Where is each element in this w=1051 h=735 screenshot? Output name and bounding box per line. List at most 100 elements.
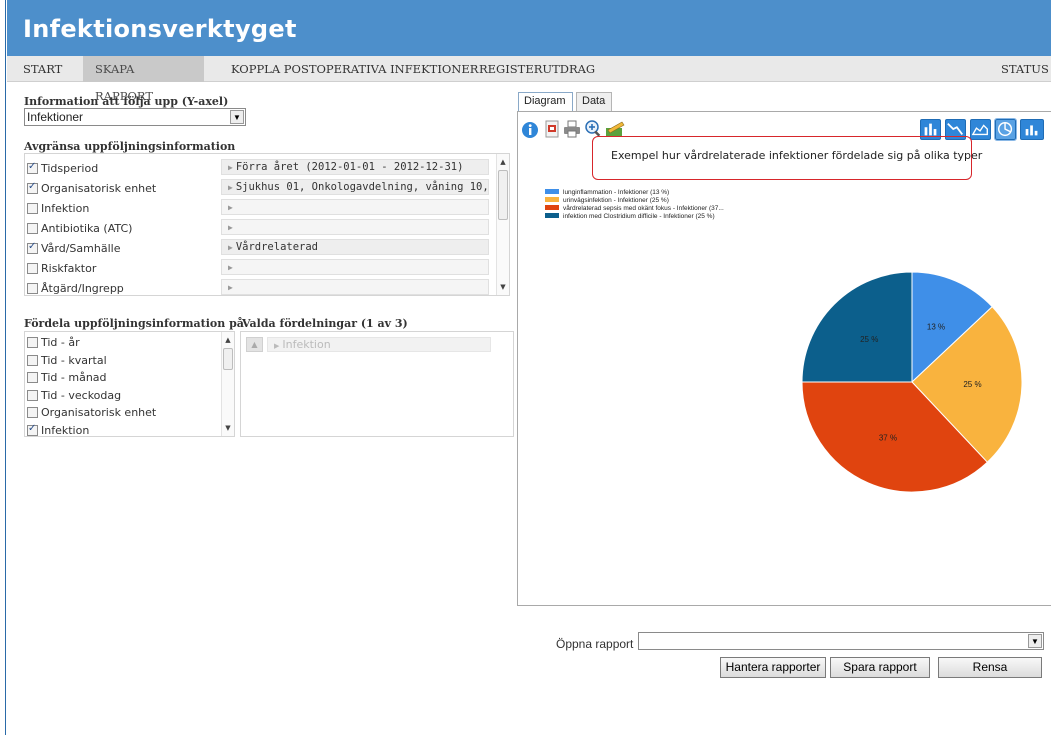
main-nav: START SKAPA RAPPORT KOPPLA POSTOPERATIVA… — [7, 56, 1051, 103]
limit-option-label: Åtgärd/Ingrepp — [41, 281, 124, 295]
yaxis-select-value: Infektioner — [27, 110, 84, 124]
tab-diagram[interactable]: Diagram — [518, 92, 573, 112]
checkbox[interactable] — [27, 181, 38, 194]
legend-swatch — [545, 213, 559, 218]
distribute-option[interactable]: Tid - kvartal — [27, 352, 107, 369]
scroll-thumb[interactable] — [223, 348, 233, 370]
print-icon[interactable] — [563, 120, 581, 138]
legend-item: urinvägsinfektion - Infektioner (25 %) — [545, 197, 669, 205]
checkbox[interactable] — [27, 282, 38, 294]
scroll-down-icon[interactable]: ▼ — [497, 281, 509, 293]
scroll-up-icon[interactable]: ▲ — [497, 156, 509, 168]
limit-option[interactable]: Antibiotika (ATC) — [27, 218, 132, 238]
limit-panel: Tidsperiod ▶Förra året (2012-01-01 - 2012… — [24, 153, 510, 296]
limit-value-field[interactable]: ▶ Förra året (2012-01-01 - 2012-12-31) — [221, 159, 489, 175]
selected-distribution-item[interactable]: ▶ Infektion — [267, 337, 491, 352]
triangle-right-icon: ▶ — [228, 243, 233, 252]
pie-chart: 13 % 25 % 37 % 25 % — [801, 271, 1023, 493]
limit-value-field[interactable]: ▶ — [221, 279, 489, 295]
legend-item: infektion med Clostridium difficile - In… — [545, 213, 715, 221]
scroll-down-icon[interactable]: ▼ — [222, 422, 234, 434]
checkbox[interactable] — [27, 161, 38, 174]
distribute-scrollbar[interactable]: ▲ ▼ — [221, 332, 234, 436]
app-header: Infektionsverktyget — [7, 0, 1051, 56]
app-title: Infektionsverktyget — [23, 15, 297, 43]
distribute-option-label: Tid - månad — [41, 371, 107, 384]
legend-swatch — [545, 189, 559, 194]
checkbox[interactable] — [27, 222, 38, 234]
tab-data[interactable]: Data — [576, 92, 612, 111]
limit-option[interactable]: Åtgärd/Ingrepp — [27, 278, 124, 298]
chevron-down-icon[interactable]: ▼ — [1028, 634, 1042, 648]
distribute-option[interactable]: Tid - år — [27, 334, 80, 351]
selected-distributions-panel: ▲ ▶ Infektion — [240, 331, 514, 437]
chevron-down-icon[interactable]: ▼ — [230, 110, 244, 124]
distribute-label: Fördela uppföljningsinformation på — [24, 317, 244, 330]
nav-koppla-postoperativa[interactable]: KOPPLA POSTOPERATIVA INFEKTIONER — [219, 56, 490, 82]
nav-skapa-rapport[interactable]: SKAPA RAPPORT — [83, 56, 204, 103]
checkbox[interactable] — [27, 354, 38, 366]
legend-swatch — [545, 197, 559, 202]
column-chart-icon[interactable] — [1020, 119, 1044, 140]
checkbox[interactable] — [27, 423, 38, 436]
distribute-option-label: Infektion — [41, 423, 90, 437]
checkbox[interactable] — [27, 407, 38, 418]
scroll-up-icon[interactable]: ▲ — [222, 334, 234, 346]
triangle-right-icon: ▶ — [228, 263, 233, 272]
checkbox[interactable] — [27, 372, 38, 383]
legend-item: lunginflammation - Infektioner (13 %) — [545, 189, 669, 197]
checkbox[interactable] — [27, 202, 38, 214]
checkbox[interactable] — [27, 241, 38, 254]
limit-option[interactable]: Vård/Samhälle — [27, 238, 120, 258]
info-icon[interactable] — [521, 121, 539, 139]
triangle-right-icon: ▶ — [274, 342, 280, 350]
distribute-option[interactable]: Tid - veckodag — [27, 387, 121, 404]
checkbox[interactable] — [27, 389, 38, 401]
move-up-icon[interactable]: ▲ — [246, 337, 263, 352]
distribute-option[interactable]: Organisatorisk enhet — [27, 404, 156, 421]
legend-item: vårdrelaterad sepsis med okänt fokus - I… — [545, 205, 724, 213]
limit-value-field[interactable]: ▶ Sjukhus 01, Onkologavdelning, våning 10… — [221, 179, 489, 195]
distribute-option[interactable]: Tid - månad — [27, 369, 107, 386]
pie-slice[interactable] — [801, 271, 913, 383]
checkbox[interactable] — [27, 337, 38, 348]
limit-value-field[interactable]: ▶ — [221, 199, 489, 215]
manage-reports-button[interactable]: Hantera rapporter — [720, 657, 826, 678]
distribute-option-label: Tid - år — [41, 336, 80, 349]
nav-start[interactable]: START — [11, 56, 74, 82]
limit-scrollbar[interactable]: ▲ ▼ — [496, 154, 509, 295]
export-pdf-icon[interactable] — [543, 120, 561, 138]
limit-label: Avgränsa uppföljningsinformation — [24, 140, 236, 153]
distribute-option-label: Organisatorisk enhet — [41, 406, 157, 419]
triangle-right-icon: ▶ — [228, 163, 233, 172]
window-frame — [0, 0, 6, 735]
limit-value-field[interactable]: ▶ — [221, 259, 489, 275]
checkbox[interactable] — [27, 262, 38, 274]
limit-value-field[interactable]: ▶ Vårdrelaterad — [221, 239, 489, 255]
legend-label: lunginflammation - Infektioner (13 %) — [563, 189, 670, 196]
yaxis-select[interactable]: Infektioner ▼ — [24, 108, 246, 126]
open-report-label: Öppna rapport — [556, 637, 634, 651]
scroll-thumb[interactable] — [498, 170, 508, 220]
save-report-button[interactable]: Spara rapport — [830, 657, 930, 678]
area-chart-icon[interactable] — [970, 119, 991, 140]
pie-chart-icon[interactable] — [994, 118, 1017, 141]
limit-value-text: Sjukhus 01, Onkologavdelning, våning 10,… — [235, 181, 489, 193]
limit-option[interactable]: Organisatorisk enhet — [27, 178, 156, 198]
limit-option[interactable]: Tidsperiod — [27, 158, 98, 178]
limit-value-field[interactable]: ▶ — [221, 219, 489, 235]
legend-label: urinvägsinfektion - Infektioner (25 %) — [563, 197, 669, 204]
open-report-select[interactable]: ▼ — [638, 632, 1044, 650]
yaxis-label: Information att följa upp (Y-axel) — [24, 95, 229, 108]
pie-slice-label: 25 % — [860, 335, 878, 344]
distribute-panel: Tid - år Tid - kvartal Tid - månad Tid - ve… — [24, 331, 235, 437]
nav-registerutdrag[interactable]: REGISTERUTDRAG — [467, 56, 607, 82]
annotation-text: Exempel hur vårdrelaterade infektioner f… — [611, 149, 983, 162]
limit-option[interactable]: Riskfaktor — [27, 258, 96, 278]
clear-button[interactable]: Rensa — [938, 657, 1042, 678]
limit-option-label: Infektion — [41, 201, 90, 215]
selected-distribution-label: Infektion — [282, 338, 331, 351]
distribute-option[interactable]: Infektion — [27, 422, 89, 439]
limit-option[interactable]: Infektion — [27, 198, 89, 218]
nav-status[interactable]: STATUS — [989, 56, 1051, 82]
